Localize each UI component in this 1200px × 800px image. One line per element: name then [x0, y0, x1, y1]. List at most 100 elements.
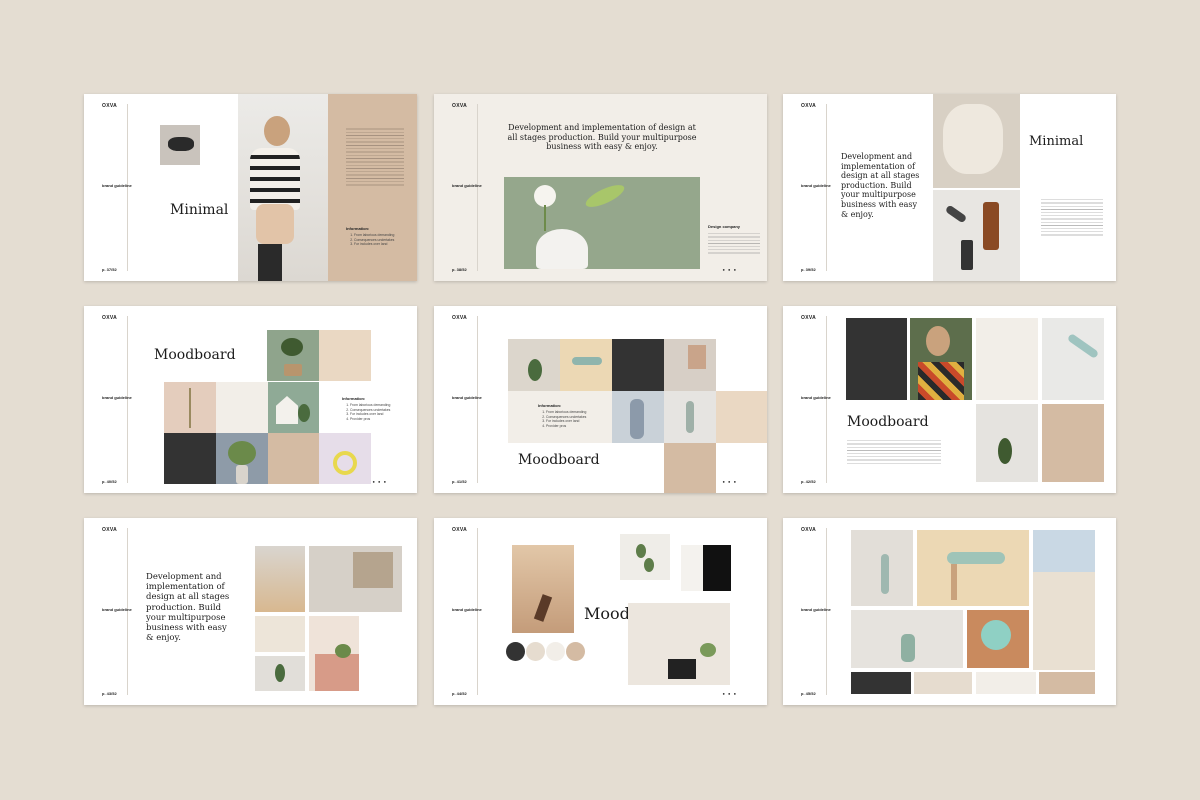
sidebar-label: brand guideline [452, 183, 482, 188]
brand-logo: OXVA [801, 315, 816, 321]
info-item: From laborious demanding [350, 403, 390, 408]
page-number: p. 44/52 [452, 691, 467, 696]
brand-logo: OXVA [452, 527, 467, 533]
page-number: p. 40/52 [102, 479, 117, 484]
text-panel-beige: Information: From laborious demanding Co… [328, 94, 417, 281]
slide-3[interactable]: OXVA brand guideline p. 39/52 Developmen… [783, 94, 1116, 281]
photo-mint-sculpture [967, 610, 1029, 668]
photo-dark-shadow [681, 545, 731, 591]
slide-title: Moodboard [518, 452, 600, 468]
body-text-lines [346, 126, 404, 186]
photo-hand-sand [512, 545, 574, 633]
sidebar-label: brand guideline [801, 607, 831, 612]
slide-7[interactable]: OXVA brand guideline p. 43/52 Developmen… [84, 518, 417, 705]
sidebar-label: brand guideline [801, 395, 831, 400]
sidebar-label: brand guideline [452, 607, 482, 612]
sidebar-label: brand guideline [102, 395, 132, 400]
slide-title: Moodboard [154, 347, 236, 363]
tile-dark [612, 339, 664, 391]
photo-hand-leaf [976, 404, 1038, 482]
brand-logo: OXVA [102, 315, 117, 321]
page-number: p. 38/52 [452, 267, 467, 272]
sidebar-label: brand guideline [102, 607, 132, 612]
slide-heading: Development and implementation of design… [841, 152, 920, 219]
photo-white-room [851, 610, 963, 668]
page-number: p. 37/52 [102, 267, 117, 272]
photo-figure-wall [851, 530, 913, 606]
pager-dots: ● ● ● [722, 691, 737, 696]
page-number: p. 39/52 [801, 267, 816, 272]
brand-logo: OXVA [452, 103, 467, 109]
photo-flower-vase [504, 177, 700, 269]
slide-2[interactable]: OXVA brand guideline p. 38/52 Developmen… [434, 94, 767, 281]
page-number: p. 42/52 [801, 479, 816, 484]
photo-bonsai [267, 330, 319, 381]
body-text-lines [847, 438, 941, 466]
photo-cosmetics [933, 190, 1020, 281]
photo-interior-art [309, 546, 402, 612]
photo-house-figure [268, 382, 319, 433]
tile-beige [1042, 404, 1104, 482]
photo-framed-art [664, 339, 716, 391]
info-item: From laborious demanding [354, 233, 394, 238]
info-block: Information: From laborious demanding Co… [342, 396, 390, 421]
tile-sand [914, 672, 972, 694]
color-swatch-dark [506, 642, 525, 661]
slide-9[interactable]: OXVA brand guideline p. 45/52 [783, 518, 1116, 705]
brand-logo: OXVA [801, 103, 816, 109]
slide-6[interactable]: OXVA brand guideline p. 42/52 Moodboard [783, 306, 1116, 493]
sidebar-label: brand guideline [102, 183, 132, 188]
tile-cream [976, 318, 1038, 400]
color-swatch-cream [546, 642, 565, 661]
slide-4[interactable]: OXVA brand guideline p. 40/52 Moodboard … [84, 306, 417, 493]
photo-woman-colorful [910, 318, 972, 400]
info-list: From laborious demanding Consequences un… [346, 233, 394, 247]
photo-dried-flower [164, 382, 216, 433]
pager-dots: ● ● ● [722, 267, 737, 272]
tile-beige [1039, 672, 1095, 694]
info-block: Information: From laborious demanding Co… [538, 403, 586, 428]
photo-bending-pose [560, 339, 612, 391]
info-item: From laborious demanding [546, 410, 586, 415]
photo-yellow-ring [319, 433, 371, 484]
info-list: From laborious demanding Consequences un… [342, 403, 390, 421]
body-text-lines [1041, 197, 1103, 237]
slide-heading: Development and implementation of design… [146, 572, 230, 644]
info-title: Information: [342, 396, 366, 401]
page-number: p. 41/52 [452, 479, 467, 484]
info-panel: Information: From laborious demanding Co… [508, 391, 612, 443]
page-number: p. 45/52 [801, 691, 816, 696]
pager-dots: ● ● ● [722, 479, 737, 484]
info-title: Information: [346, 226, 370, 231]
photo-plant-vase [216, 433, 268, 484]
tile-beige [268, 433, 319, 484]
photo-arch [255, 616, 305, 652]
tile-cream [976, 672, 1036, 694]
color-swatch-sand [526, 642, 545, 661]
slide-title: Mood [584, 604, 630, 623]
caption-block: Design company [708, 224, 760, 255]
photo-architecture [1033, 530, 1095, 670]
caption-text-lines [708, 231, 760, 255]
slide-title: Minimal [1029, 134, 1084, 149]
brand-logo: OXVA [452, 315, 467, 321]
photo-pink-wall-plant [309, 616, 359, 691]
photo-leaf [255, 656, 305, 691]
slide-8[interactable]: OXVA brand guideline p. 44/52 Mood ● ● ● [434, 518, 767, 705]
info-title: Information: [538, 403, 562, 408]
pager-dots: ● ● ● [372, 479, 387, 484]
page-number: p. 43/52 [102, 691, 117, 696]
slide-5[interactable]: OXVA brand guideline p. 41/52 Informatio… [434, 306, 767, 493]
info-item: Provider pros [350, 417, 390, 422]
photo-reclining-woman [160, 125, 200, 165]
slide-1[interactable]: OXVA brand guideline p. 37/52 Minimal In… [84, 94, 417, 281]
tile-dark [164, 433, 216, 484]
tile-peach [716, 391, 767, 443]
slide-title: Moodboard [847, 414, 929, 430]
brand-logo: OXVA [801, 527, 816, 533]
photo-desk-plant [628, 603, 730, 685]
brand-logo: OXVA [102, 527, 117, 533]
tile-cream [216, 382, 268, 433]
color-swatch-beige [566, 642, 585, 661]
photo-person-shadow [612, 391, 664, 443]
